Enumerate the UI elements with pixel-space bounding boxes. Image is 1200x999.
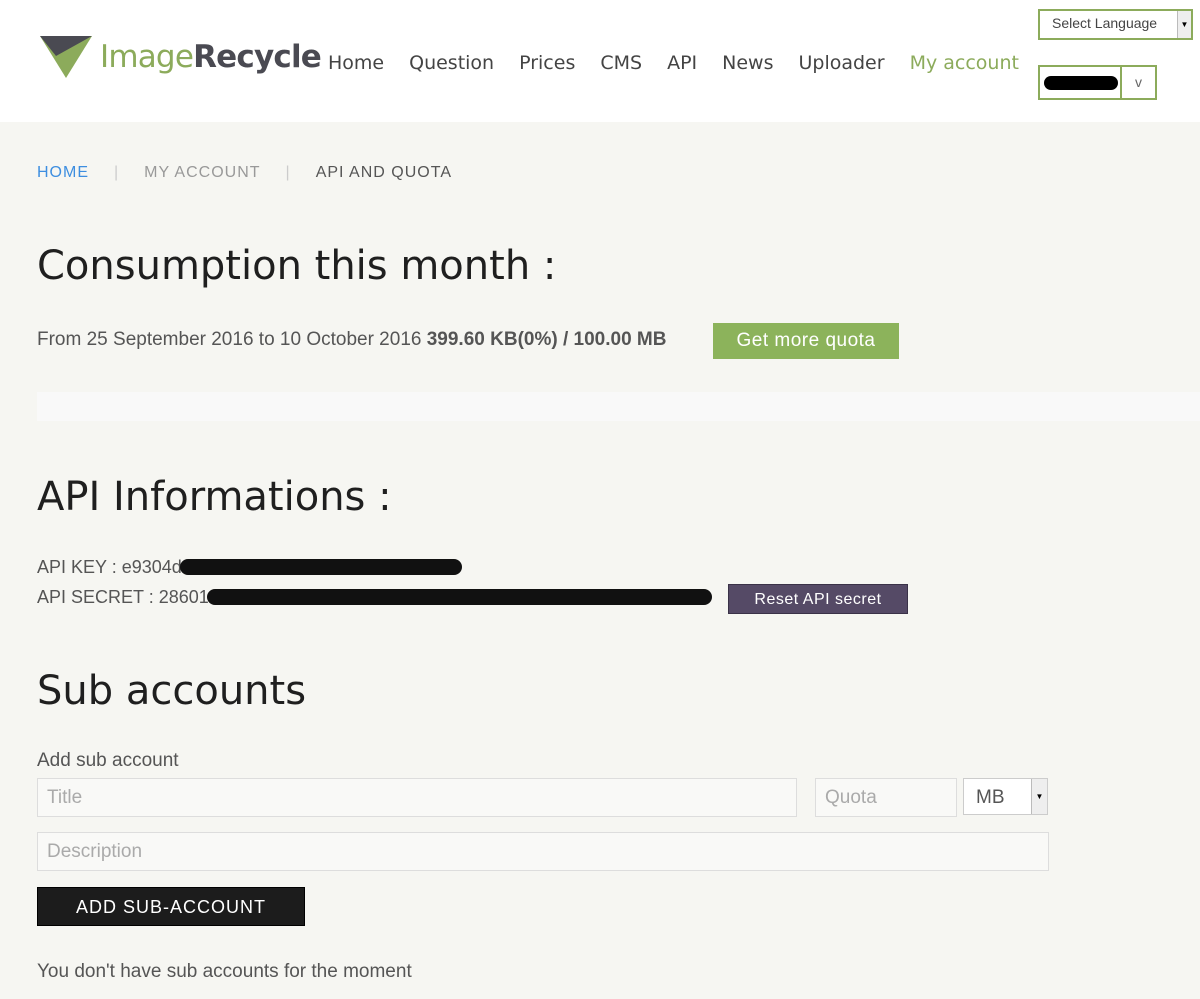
- consumption-usage: 399.60 KB(0%) / 100.00 MB: [426, 329, 667, 350]
- sub-account-description-input[interactable]: [37, 832, 1049, 871]
- sub-account-title-input[interactable]: [37, 778, 797, 817]
- consumption-title: Consumption this month :: [37, 243, 557, 289]
- no-sub-accounts-message: You don't have sub accounts for the mome…: [37, 961, 412, 982]
- dropdown-arrow-icon: ▼: [1177, 11, 1191, 38]
- logo-text: ImageRecycle: [100, 38, 322, 75]
- redacted-api-key: [179, 559, 462, 575]
- reset-api-secret-button[interactable]: Reset API secret: [728, 584, 908, 614]
- sub-account-quota-input[interactable]: [815, 778, 957, 817]
- breadcrumb-current: API AND QUOTA: [315, 164, 452, 181]
- api-key-label: API KEY :: [37, 557, 117, 577]
- site-logo[interactable]: ImageRecycle: [40, 36, 322, 78]
- nav-cms[interactable]: CMS: [600, 51, 642, 75]
- user-menu[interactable]: v: [1038, 65, 1157, 100]
- add-sub-account-button[interactable]: ADD SUB-ACCOUNT: [37, 887, 305, 926]
- nav-my-account[interactable]: My account: [910, 51, 1019, 75]
- breadcrumb-home[interactable]: HOME: [37, 164, 89, 182]
- logo-mark-icon: [40, 36, 92, 78]
- nav-question[interactable]: Question: [409, 51, 494, 75]
- nav-api[interactable]: API: [667, 51, 697, 75]
- api-key-value: e9304d: [121, 557, 182, 577]
- add-sub-account-label: Add sub account: [37, 750, 179, 771]
- quota-unit-select[interactable]: MB ▼: [963, 778, 1048, 815]
- breadcrumb-separator: |: [114, 164, 120, 181]
- nav-uploader[interactable]: Uploader: [798, 51, 884, 75]
- breadcrumb: HOME | MY ACCOUNT | API AND QUOTA: [37, 164, 452, 182]
- api-key-row: API KEY : e9304d: [37, 555, 462, 579]
- breadcrumb-my-account[interactable]: MY ACCOUNT: [144, 164, 260, 182]
- nav-home[interactable]: Home: [328, 51, 384, 75]
- api-secret-row: API SECRET : 28601: [37, 585, 712, 609]
- redacted-api-secret: [206, 589, 712, 605]
- consumption-summary: From 25 September 2016 to 10 October 201…: [37, 328, 666, 352]
- quota-progress-bar: [37, 392, 1200, 421]
- sub-accounts-title: Sub accounts: [37, 668, 307, 714]
- api-info-title: API Informations :: [37, 474, 392, 520]
- dropdown-arrow-icon: ▼: [1031, 779, 1047, 814]
- nav-news[interactable]: News: [722, 51, 773, 75]
- nav-prices[interactable]: Prices: [519, 51, 575, 75]
- api-secret-value: 28601: [158, 587, 209, 607]
- site-header: ImageRecycle Home Question Prices CMS AP…: [0, 0, 1200, 122]
- user-menu-toggle[interactable]: v: [1120, 67, 1155, 98]
- api-secret-label: API SECRET :: [37, 587, 154, 607]
- get-more-quota-button[interactable]: Get more quota: [713, 323, 899, 359]
- breadcrumb-separator: |: [285, 164, 291, 181]
- redacted-username: [1044, 76, 1118, 90]
- language-select[interactable]: Select Language ▼: [1038, 9, 1193, 40]
- consumption-period: From 25 September 2016 to 10 October 201…: [37, 329, 422, 350]
- quota-unit-value: MB: [976, 787, 1005, 808]
- language-select-label: Select Language: [1052, 15, 1158, 31]
- main-nav: Home Question Prices CMS API News Upload…: [328, 51, 1044, 75]
